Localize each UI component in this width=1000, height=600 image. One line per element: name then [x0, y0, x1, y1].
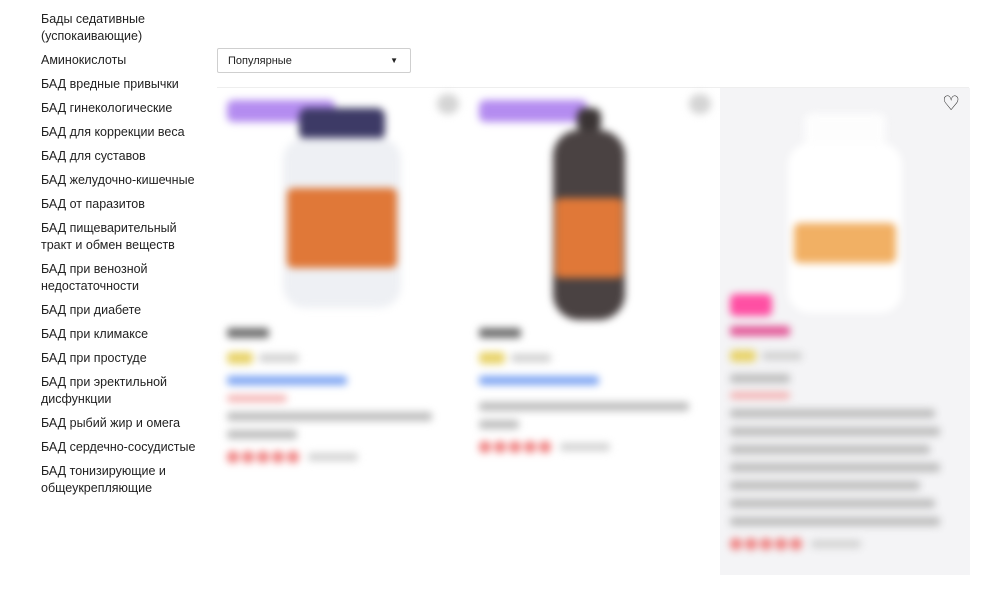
category-item[interactable]: БАД пищеварительный тракт и обмен вещест…	[41, 217, 201, 258]
product-info	[479, 328, 704, 453]
category-item[interactable]: БАД при простуде	[41, 347, 201, 371]
category-item[interactable]: БАД для суставов	[41, 145, 201, 169]
category-item[interactable]: БАД желудочно-кишечные	[41, 169, 201, 193]
product-image	[277, 108, 407, 308]
category-item[interactable]: БАД при эректильной дисфункции	[41, 371, 201, 412]
category-item[interactable]: БАД от паразитов	[41, 193, 201, 217]
category-item[interactable]: БАД рыбий жир и омега	[41, 412, 201, 436]
sort-selected-value: Популярные	[228, 54, 292, 67]
caret-down-icon: ▼	[390, 56, 398, 65]
product-card[interactable]	[469, 88, 719, 578]
product-image	[780, 113, 910, 313]
product-card[interactable]	[217, 88, 467, 578]
product-info	[730, 294, 955, 550]
category-item[interactable]: БАД тонизирующие и общеукрепляющие	[41, 460, 201, 501]
product-image	[549, 108, 629, 323]
category-item[interactable]: БАД при диабете	[41, 299, 201, 323]
favorite-icon-placeholder	[437, 94, 459, 114]
sort-dropdown[interactable]: Популярные ▼	[217, 48, 411, 73]
category-item[interactable]: Бады седативные (успокаивающие)	[41, 8, 201, 49]
favorite-icon-placeholder	[689, 94, 711, 114]
category-item[interactable]: БАД при климаксе	[41, 323, 201, 347]
product-card[interactable]: ♡	[720, 88, 970, 575]
category-sidebar: Бады седативные (успокаивающие) Аминокис…	[41, 8, 201, 501]
heart-icon[interactable]: ♡	[942, 94, 960, 114]
category-item[interactable]: БАД гинекологические	[41, 97, 201, 121]
category-item[interactable]: БАД вредные привычки	[41, 73, 201, 97]
category-item[interactable]: Аминокислоты	[41, 49, 201, 73]
product-info	[227, 328, 452, 463]
category-item[interactable]: БАД сердечно-сосудистые	[41, 436, 201, 460]
category-item[interactable]: БАД при венозной недостаточности	[41, 258, 201, 299]
category-item[interactable]: БАД для коррекции веса	[41, 121, 201, 145]
